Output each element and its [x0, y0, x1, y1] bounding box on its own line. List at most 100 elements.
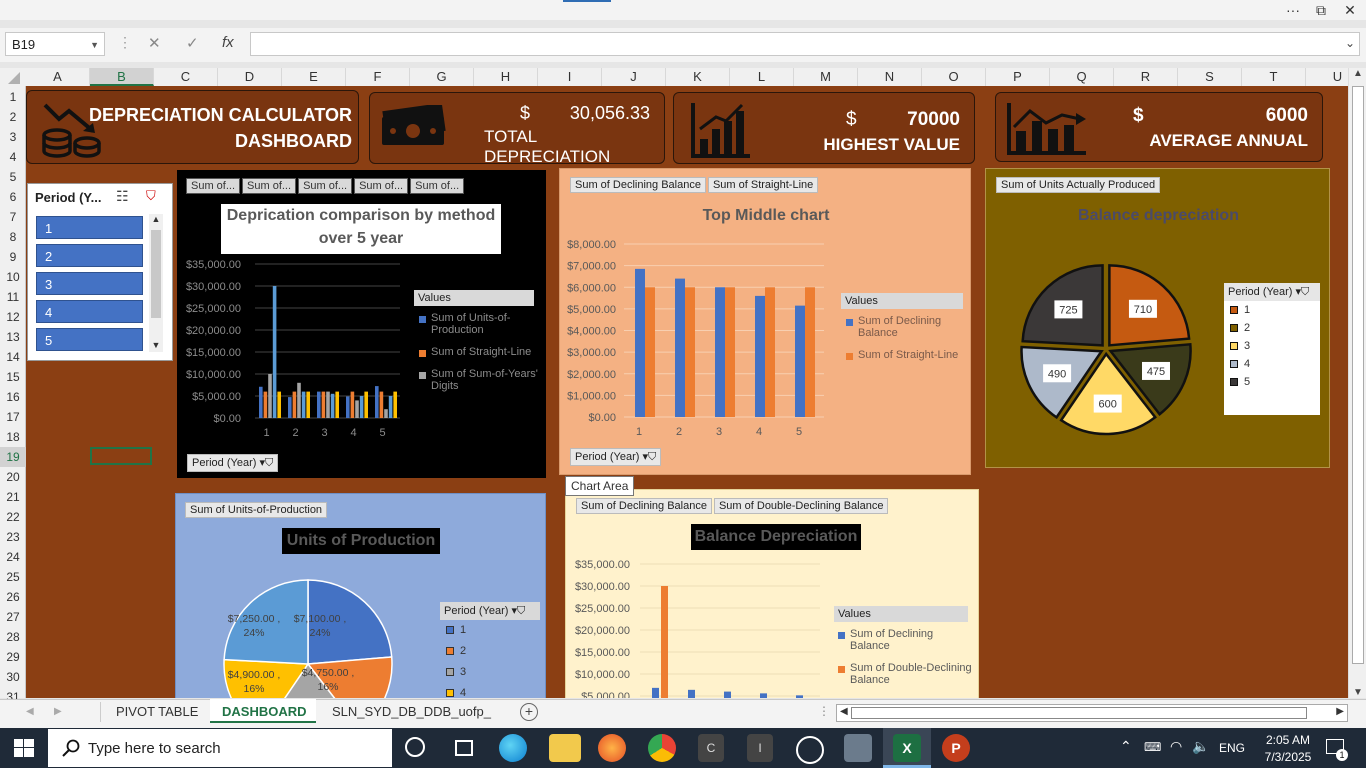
- bar[interactable]: [355, 400, 359, 418]
- vertical-scrollbar[interactable]: ▲ ▼: [1348, 68, 1366, 698]
- task-view-icon[interactable]: [455, 740, 473, 756]
- top-middle-chart[interactable]: Sum of Declining Balance Sum of Straight-…: [559, 168, 971, 475]
- scroll-right-icon[interactable]: ▶: [1336, 706, 1344, 717]
- tab-data-sheet[interactable]: SLN_SYD_DB_DDB_uofp_: [332, 704, 491, 719]
- bar[interactable]: [259, 386, 263, 418]
- row-header[interactable]: 27: [0, 607, 26, 627]
- bar[interactable]: [635, 268, 645, 417]
- bar[interactable]: [335, 391, 339, 418]
- bar[interactable]: [725, 287, 735, 417]
- drag-handle-icon[interactable]: ⋮: [118, 34, 132, 51]
- close-window-icon[interactable]: ✕: [1337, 0, 1363, 20]
- field-button[interactable]: Sum of Declining Balance: [570, 177, 706, 193]
- period-filter-button[interactable]: Period (Year) ▾⛉: [187, 454, 279, 472]
- column-header[interactable]: P: [986, 68, 1050, 86]
- selected-cell[interactable]: [90, 447, 152, 465]
- horizontal-scrollbar[interactable]: ◀ ▶: [836, 704, 1348, 722]
- column-header[interactable]: L: [730, 68, 794, 86]
- column-header[interactable]: I: [538, 68, 602, 86]
- bar[interactable]: [755, 295, 765, 417]
- column-header[interactable]: C: [154, 68, 218, 86]
- legend-entry[interactable]: 3: [1224, 337, 1320, 355]
- units-of-production-chart[interactable]: Sum of Units-of-Production Units of Prod…: [175, 493, 546, 698]
- row-header[interactable]: 26: [0, 587, 26, 607]
- row-header[interactable]: 9: [0, 247, 26, 267]
- clear-filter-icon[interactable]: ⛉: [146, 188, 156, 204]
- row-header[interactable]: 18: [0, 427, 26, 447]
- scroll-thumb[interactable]: [151, 230, 161, 318]
- bar[interactable]: [301, 391, 306, 418]
- row-header[interactable]: 11: [0, 287, 26, 307]
- bar[interactable]: [393, 391, 397, 418]
- insert-function-icon[interactable]: fx: [222, 34, 234, 51]
- expand-formula-icon[interactable]: ⌄: [1345, 36, 1355, 50]
- volume-icon[interactable]: 🔈: [1192, 738, 1209, 755]
- bar[interactable]: [724, 691, 731, 698]
- row-header[interactable]: 10: [0, 267, 26, 287]
- bar[interactable]: [288, 397, 292, 418]
- row-header[interactable]: 24: [0, 547, 26, 567]
- period-slicer[interactable]: Period (Y... ☷ ⛉ 1 2 3 4 5 ▲ ▼: [27, 183, 173, 361]
- bar[interactable]: [796, 695, 803, 698]
- scroll-left-icon[interactable]: ◀: [840, 706, 848, 717]
- filter-icon[interactable]: ▾⛉: [259, 457, 273, 469]
- row-header[interactable]: 19: [0, 447, 26, 467]
- tab-pivot-table[interactable]: PIVOT TABLE: [116, 704, 198, 719]
- excel-icon[interactable]: X: [893, 734, 921, 762]
- column-header[interactable]: R: [1114, 68, 1178, 86]
- column-header[interactable]: T: [1242, 68, 1306, 86]
- formula-input[interactable]: ⌄: [250, 32, 1360, 56]
- row-header[interactable]: 6: [0, 187, 26, 207]
- more-options-icon[interactable]: ···: [1280, 0, 1306, 20]
- row-header[interactable]: 22: [0, 507, 26, 527]
- bar[interactable]: [388, 396, 393, 418]
- row-header[interactable]: 16: [0, 387, 26, 407]
- field-button[interactable]: Sum of...: [298, 178, 353, 194]
- row-header[interactable]: 14: [0, 347, 26, 367]
- clock-date[interactable]: 7/3/2025: [1258, 750, 1318, 764]
- speedometer-icon[interactable]: [796, 736, 824, 764]
- legend-entry[interactable]: 3: [446, 666, 536, 678]
- legend-entry[interactable]: 2: [1224, 319, 1320, 337]
- bar[interactable]: [364, 391, 368, 418]
- column-header[interactable]: E: [282, 68, 346, 86]
- bar[interactable]: [661, 586, 668, 698]
- file-explorer-icon[interactable]: [549, 734, 581, 762]
- bar[interactable]: [379, 391, 384, 418]
- column-header[interactable]: M: [794, 68, 858, 86]
- app-i-icon[interactable]: I: [747, 734, 773, 762]
- chevron-down-icon[interactable]: ▼: [90, 33, 99, 57]
- bar[interactable]: [760, 693, 767, 698]
- restore-window-icon[interactable]: ⧉: [1308, 0, 1334, 20]
- scroll-down-icon[interactable]: ▼: [1349, 687, 1366, 698]
- edge-icon[interactable]: [499, 734, 527, 762]
- row-header[interactable]: 4: [0, 147, 26, 167]
- column-header[interactable]: J: [602, 68, 666, 86]
- column-header[interactable]: O: [922, 68, 986, 86]
- row-header[interactable]: 30: [0, 667, 26, 687]
- bar[interactable]: [277, 391, 281, 418]
- row-header[interactable]: 25: [0, 567, 26, 587]
- bar[interactable]: [715, 287, 725, 417]
- legend-entry[interactable]: 1: [1224, 301, 1320, 319]
- field-button[interactable]: Sum of...: [186, 178, 241, 194]
- filter-icon[interactable]: ▾⛉: [642, 451, 656, 463]
- multi-select-icon[interactable]: ☷: [116, 188, 129, 205]
- field-button[interactable]: Sum of Double-Declining Balance: [713, 498, 889, 514]
- windows-start-icon[interactable]: [14, 739, 34, 757]
- tab-split-handle[interactable]: ⋮: [818, 704, 830, 718]
- bar[interactable]: [346, 396, 350, 418]
- row-header[interactable]: 28: [0, 627, 26, 647]
- bar[interactable]: [297, 382, 301, 418]
- column-header[interactable]: K: [666, 68, 730, 86]
- scroll-up-icon[interactable]: ▲: [1349, 68, 1366, 79]
- firefox-icon[interactable]: [598, 734, 626, 762]
- slicer-item[interactable]: 1: [36, 216, 143, 239]
- row-header[interactable]: 8: [0, 227, 26, 247]
- slicer-item[interactable]: 3: [36, 272, 143, 295]
- cancel-icon[interactable]: ✕: [148, 34, 161, 52]
- bar[interactable]: [688, 689, 695, 698]
- row-header[interactable]: 29: [0, 647, 26, 667]
- enter-icon[interactable]: ✓: [186, 34, 199, 52]
- name-box[interactable]: B19 ▼: [5, 32, 105, 56]
